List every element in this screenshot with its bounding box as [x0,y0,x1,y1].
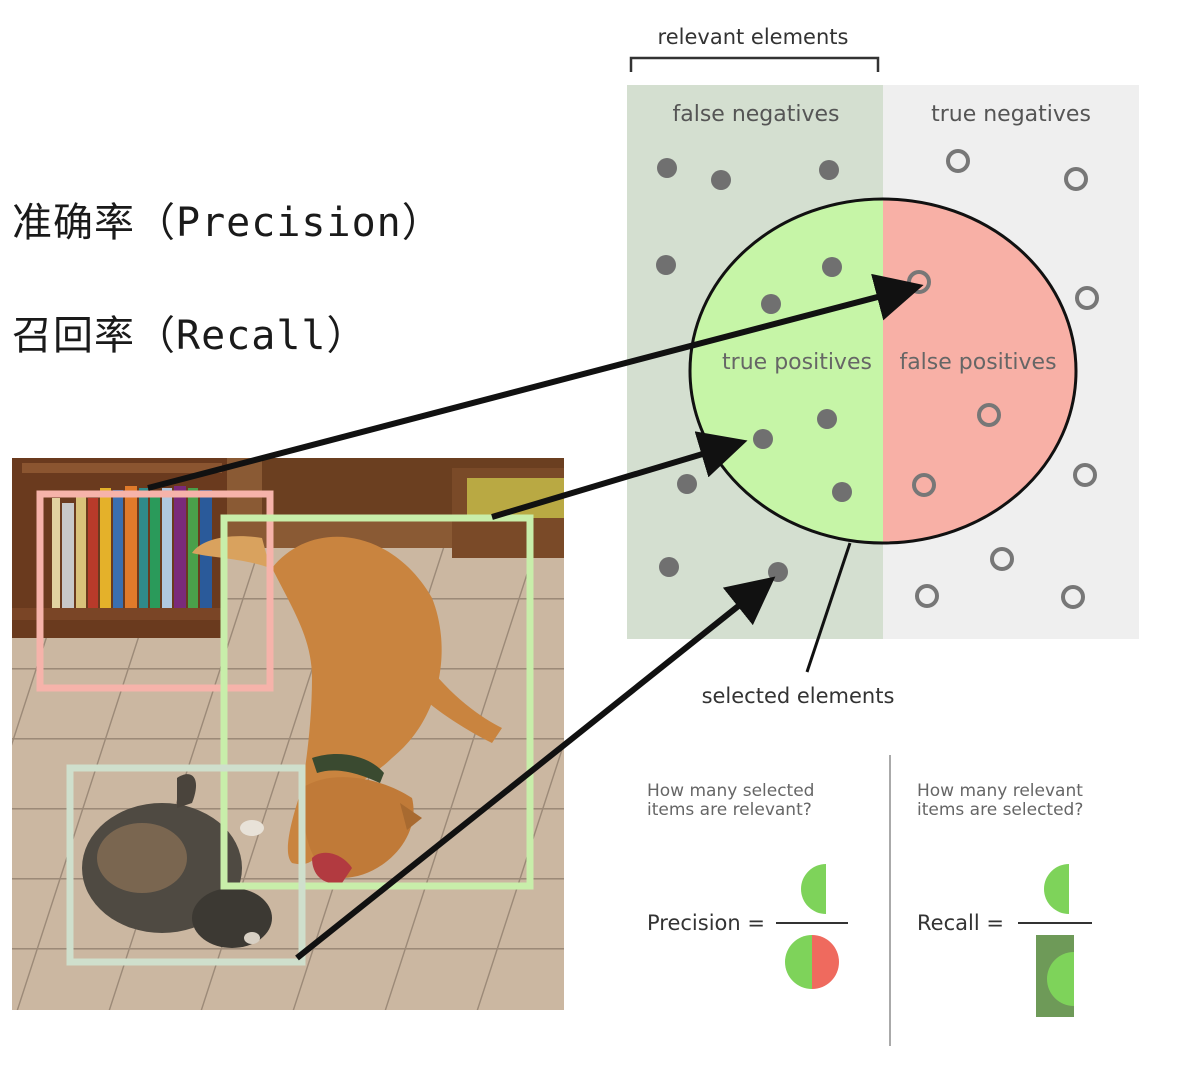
relevant-dot [768,562,788,582]
true-positives-label: true positives [722,350,872,375]
relevant-elements-label: relevant elements [658,25,849,49]
recall-question-line-2: items are selected? [917,800,1083,820]
relevant-dot [832,482,852,502]
relevant-dot [753,429,773,449]
recall-question-line-1: How many relevant [917,781,1083,801]
relevant-dot [761,294,781,314]
relevant-dot [819,160,839,180]
precision-question-line-1: How many selected [647,781,814,801]
precision-heading: 准确率（Precision） [12,200,443,246]
false-negatives-label: false negatives [672,102,839,127]
relevant-dot [711,170,731,190]
false-positives-label: false positives [899,350,1056,375]
bookshelf [12,458,227,638]
precision-numerator-icon [801,864,826,914]
relevant-bracket [629,56,880,72]
relevant-dot [822,257,842,277]
precision-denominator-tp-icon [785,935,812,989]
precision-recall-diagram: relevant elements false negatives true n… [627,25,1139,1046]
precision-denominator-fp-icon [812,935,839,989]
recall-heading: 召回率（Recall） [12,313,368,359]
recall-formula-label: Recall = [917,911,1004,935]
precision-formula-label: Precision = [647,911,765,935]
relevant-dot [657,158,677,178]
selected-elements-label: selected elements [702,684,895,708]
relevant-dot [817,409,837,429]
precision-question-line-2: items are relevant? [647,800,812,820]
relevant-dot [659,557,679,577]
relevant-dot [677,474,697,494]
detection-photo [12,458,564,1010]
recall-numerator-icon [1044,864,1069,914]
relevant-dot [656,255,676,275]
true-negatives-label: true negatives [931,102,1091,127]
